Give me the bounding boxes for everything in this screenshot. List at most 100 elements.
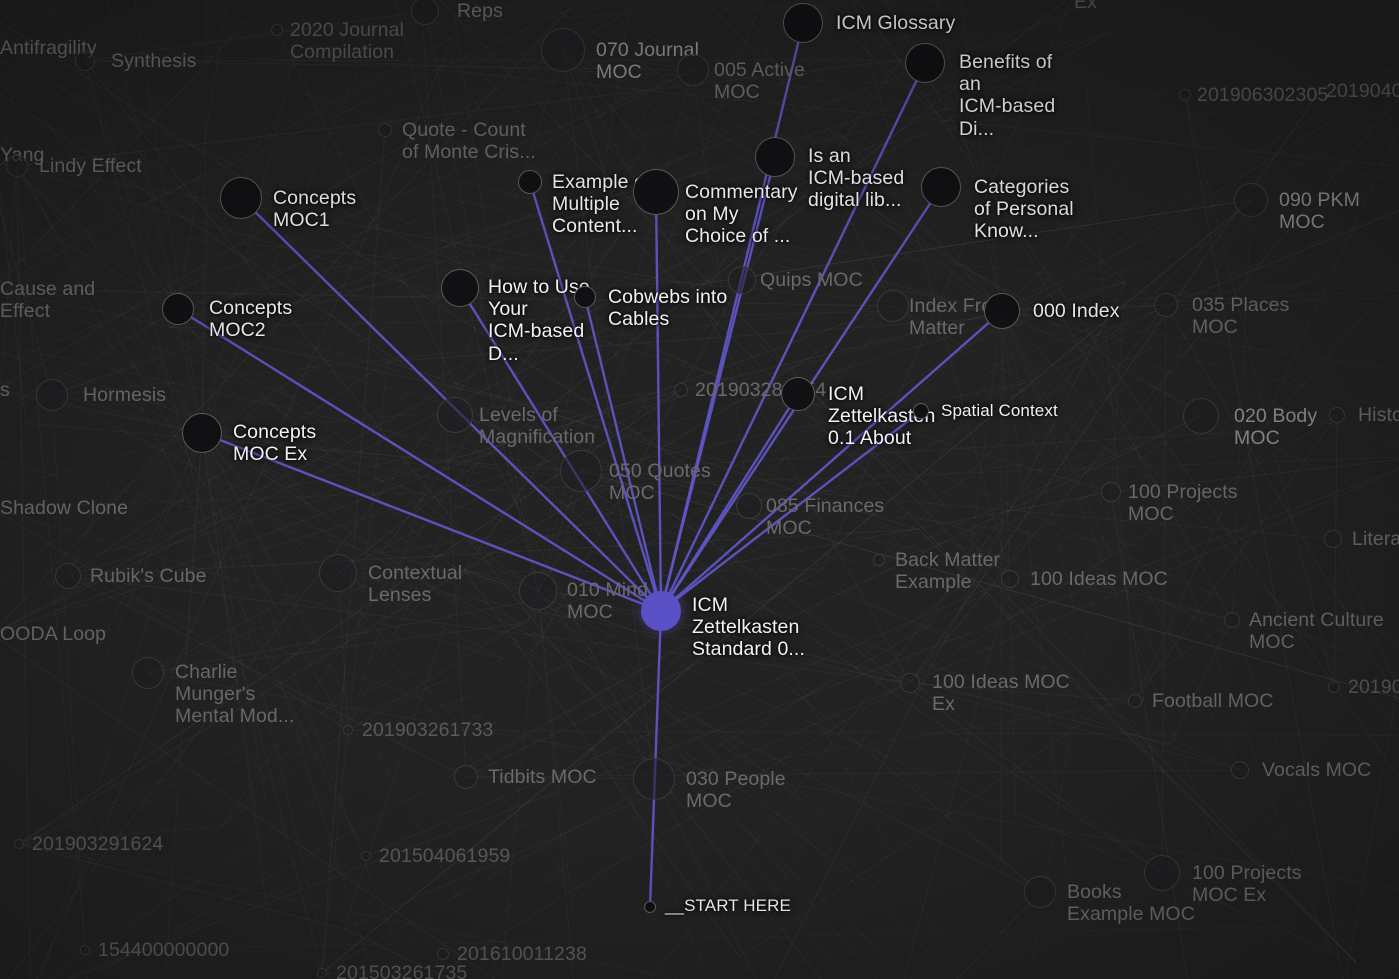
node-label[interactable]: 100 Ideas MOC Ex (932, 671, 1070, 715)
node-label[interactable]: 201610011238 (457, 943, 587, 965)
node-label[interactable]: OODA Loop (0, 623, 106, 645)
graph-node[interactable] (877, 290, 909, 322)
graph-node[interactable] (633, 758, 675, 800)
node-label[interactable]: 035 Places MOC (1192, 294, 1289, 338)
node-label[interactable]: 000 Index (1033, 300, 1120, 322)
graph-node[interactable] (1224, 612, 1240, 628)
graph-node[interactable] (454, 765, 478, 789)
node-label[interactable]: Back Matter Example (895, 549, 1000, 593)
graph-node[interactable] (1154, 293, 1178, 317)
node-label[interactable]: 100 Projects MOC (1128, 481, 1238, 525)
node-label[interactable]: Ex (1074, 0, 1097, 13)
graph-node[interactable] (781, 377, 815, 411)
node-label[interactable]: 201903 (1348, 676, 1399, 698)
graph-node[interactable] (55, 563, 81, 589)
graph-node[interactable] (80, 945, 90, 955)
node-label[interactable]: 201903291624 (32, 833, 163, 855)
node-label[interactable]: 030 People MOC (686, 768, 786, 812)
node-label[interactable]: 2020 Journal Compilation (290, 19, 404, 63)
node-label[interactable]: Levels of Magnification (479, 404, 595, 448)
graph-node[interactable] (378, 123, 392, 137)
node-label[interactable]: Benefits of an ICM-based Di... (959, 51, 1055, 140)
graph-node[interactable] (1128, 694, 1142, 708)
node-label[interactable]: Ancient Culture MOC (1249, 609, 1384, 653)
graph-node[interactable] (728, 266, 756, 294)
node-label[interactable]: Spatial Context (941, 401, 1058, 420)
graph-node[interactable] (1329, 407, 1345, 423)
node-label[interactable]: 005 Active MOC (714, 59, 805, 103)
graph-node[interactable] (220, 177, 262, 219)
graph-node[interactable] (319, 554, 357, 592)
graph-node[interactable] (1179, 89, 1191, 101)
node-label[interactable]: s (0, 379, 10, 401)
node-label[interactable]: 085 Finances MOC (766, 495, 884, 539)
node-label[interactable]: Vocals MOC (1262, 759, 1371, 781)
node-label[interactable]: Synthesis (111, 50, 196, 72)
node-label[interactable]: Concepts MOC Ex (233, 421, 316, 465)
graph-node[interactable] (1328, 681, 1340, 693)
graph-node[interactable] (519, 572, 557, 610)
node-label[interactable]: Cobwebs into Cables (608, 286, 727, 330)
node-label[interactable]: Is an ICM-based digital lib... (808, 145, 904, 212)
graph-node[interactable] (633, 169, 679, 215)
graph-node[interactable] (984, 293, 1020, 329)
graph-node[interactable] (1001, 570, 1019, 588)
graph-node[interactable] (518, 170, 542, 194)
graph-node[interactable] (361, 851, 371, 861)
graph-node[interactable] (1231, 761, 1249, 779)
node-label[interactable]: Rubik's Cube (90, 565, 207, 587)
node-label[interactable]: 201906302305 (1197, 84, 1328, 106)
graph-node[interactable] (1324, 530, 1342, 548)
graph-node[interactable] (437, 397, 473, 433)
graph-node[interactable] (1144, 855, 1180, 891)
node-label[interactable]: Charlie Munger's Mental Mod... (175, 661, 294, 728)
node-label[interactable]: Shadow Clone (0, 497, 128, 519)
graph-node[interactable] (913, 403, 929, 419)
node-label[interactable]: Reps (457, 0, 503, 22)
node-label[interactable]: 20190405 (1326, 80, 1399, 102)
node-label[interactable]: Quips MOC (760, 269, 863, 291)
graph-node[interactable] (1234, 183, 1268, 217)
graph-node[interactable] (560, 450, 602, 492)
node-label[interactable]: Hormesis (83, 384, 166, 406)
graph-node[interactable] (921, 167, 961, 207)
graph-node[interactable] (132, 657, 164, 689)
focused-graph-node[interactable] (641, 591, 681, 631)
node-label[interactable]: Literature (1352, 528, 1399, 550)
graph-view[interactable]: Antifragility Synthesis 2020 Journal Compi… (0, 0, 1399, 979)
graph-node[interactable] (271, 24, 283, 36)
graph-node[interactable] (574, 286, 596, 308)
focused-node-label[interactable]: ICM Zettelkasten Standard 0... (692, 594, 805, 661)
node-label[interactable]: Commentary on My Choice of ... (685, 181, 798, 248)
graph-node[interactable] (644, 901, 656, 913)
graph-node[interactable] (873, 554, 885, 566)
node-label[interactable]: Lindy Effect (39, 155, 142, 177)
graph-node[interactable] (182, 413, 222, 453)
node-label[interactable]: __START HERE (665, 896, 791, 915)
node-label[interactable]: Contextual Lenses (368, 562, 462, 606)
graph-node[interactable] (541, 28, 585, 72)
node-label[interactable]: 090 PKM MOC (1279, 189, 1360, 233)
node-label[interactable]: 154400000000 (98, 939, 229, 961)
graph-node[interactable] (1101, 482, 1121, 502)
node-label[interactable]: Categories of Personal Know... (974, 176, 1074, 243)
graph-node[interactable] (317, 968, 327, 978)
node-label[interactable]: Quote - Count of Monte Cris... (402, 119, 536, 163)
graph-node[interactable] (343, 725, 353, 735)
graph-node[interactable] (36, 379, 68, 411)
graph-node[interactable] (755, 137, 795, 177)
node-label[interactable]: Concepts MOC1 (273, 187, 356, 231)
node-label[interactable]: 010 Mind MOC (567, 579, 648, 623)
graph-node[interactable] (677, 54, 709, 86)
node-label[interactable]: History (1358, 404, 1399, 426)
node-label[interactable]: Tidbits MOC (488, 766, 597, 788)
graph-node[interactable] (14, 839, 24, 849)
graph-node[interactable] (75, 51, 95, 71)
node-label[interactable]: Football MOC (1152, 690, 1274, 712)
node-label[interactable]: ICM Glossary (836, 12, 955, 34)
node-label[interactable]: 100 Ideas MOC (1030, 568, 1168, 590)
node-label[interactable]: How to Use Your ICM-based D... (488, 276, 590, 365)
node-label[interactable]: 020 Body MOC (1234, 405, 1317, 449)
node-label[interactable]: Concepts MOC2 (209, 297, 292, 341)
graph-node[interactable] (736, 493, 762, 519)
